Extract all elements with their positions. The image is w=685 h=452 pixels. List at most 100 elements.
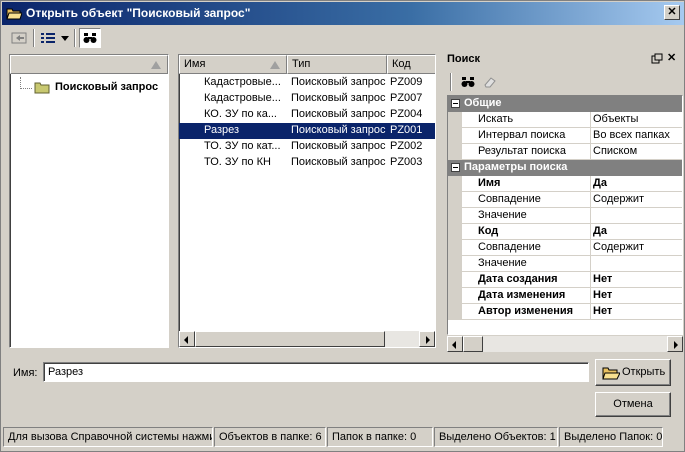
sort-arrow-icon [151, 61, 161, 69]
list-cell-name: Разрез [204, 124, 240, 136]
grid-property-value[interactable]: Нет [593, 289, 612, 301]
grid-property-row[interactable]: Результат поиска Списком [448, 144, 682, 160]
view-mode-dropdown[interactable] [59, 28, 71, 48]
scroll-right-button[interactable] [667, 336, 683, 352]
grid-property-name: Совпадение [478, 241, 541, 253]
list-row[interactable]: КО. ЗУ по ка... Поисковый запрос PZ004 [179, 107, 435, 123]
list-row[interactable]: Разрез Поисковый запрос PZ001 [179, 123, 435, 139]
status-selected-objects: Выделено Объектов: 1 [434, 427, 558, 447]
scroll-thumb[interactable] [195, 331, 385, 347]
list-cell-type: Поисковый запрос [291, 108, 386, 120]
view-mode-button[interactable] [38, 28, 58, 48]
grid-property-row[interactable]: Код Да [448, 224, 682, 240]
column-name-label: Имя [184, 58, 206, 70]
dropdown-arrow-icon [61, 35, 69, 41]
grid-gutter [448, 240, 462, 256]
name-label: Имя: [13, 367, 38, 379]
column-header-type[interactable]: Тип [287, 55, 387, 74]
list-row[interactable]: Кадастровые... Поисковый запрос PZ009 [179, 75, 435, 91]
grid-property-value[interactable]: Во всех папках [593, 129, 670, 141]
grid-property-value[interactable]: Нет [593, 273, 612, 285]
grid-property-row[interactable]: Совпадение Содержит [448, 240, 682, 256]
grid-category[interactable]: Параметры поиска [448, 160, 682, 176]
folder-icon [34, 82, 50, 94]
grid-property-value[interactable]: Содержит [593, 241, 644, 253]
grid-property-row[interactable]: Совпадение Содержит [448, 192, 682, 208]
grid-gutter [448, 112, 462, 128]
grid-gutter [448, 208, 462, 224]
toolbar-separator [450, 73, 452, 91]
property-grid[interactable]: Общие Искать Объекты Интервал поиска Во всех… [447, 95, 683, 335]
grid-gutter [448, 256, 462, 272]
close-icon: ✕ [667, 6, 677, 18]
list-cell-name: Кадастровые... [204, 76, 281, 88]
open-folder-icon [602, 367, 620, 380]
object-list[interactable]: Имя Тип Код Кадастровые... Поисковый запр… [178, 54, 436, 348]
tree-item-search-query[interactable]: Поисковый запрос [55, 81, 158, 93]
binoculars-icon [461, 77, 475, 87]
list-row[interactable]: ТО. ЗУ по кат... Поисковый запрос PZ002 [179, 139, 435, 155]
scroll-thumb[interactable] [463, 336, 483, 352]
list-horizontal-scrollbar[interactable] [179, 331, 435, 347]
grid-property-value[interactable]: Объекты [593, 113, 638, 125]
list-row[interactable]: ТО. ЗУ по КН Поисковый запрос PZ003 [179, 155, 435, 171]
grid-property-row[interactable]: Автор изменения Нет [448, 304, 682, 320]
grid-property-name: Имя [478, 177, 501, 189]
open-object-dialog: Открыть объект "Поисковый запрос" ✕ Поис… [0, 0, 685, 452]
grid-property-row[interactable]: Дата создания Нет [448, 272, 682, 288]
grid-property-value[interactable]: Списком [593, 145, 637, 157]
cancel-button-label: Отмена [613, 398, 653, 410]
list-cell-code: PZ002 [390, 140, 423, 152]
column-header-code[interactable]: Код [387, 55, 435, 74]
pin-icon[interactable] [651, 53, 663, 64]
collapse-icon[interactable] [451, 163, 460, 172]
back-button[interactable] [8, 28, 30, 48]
scroll-right-button[interactable] [419, 331, 435, 347]
column-header-name[interactable]: Имя [179, 55, 287, 74]
list-cell-code: PZ003 [390, 156, 423, 168]
grid-property-row[interactable]: Дата изменения Нет [448, 288, 682, 304]
folder-tree[interactable]: Поисковый запрос [9, 54, 169, 348]
back-icon [11, 32, 27, 44]
clear-search-button[interactable] [480, 72, 500, 92]
search-panel-title: Поиск [447, 53, 481, 65]
grid-category-label: Параметры поиска [464, 161, 568, 173]
list-cell-code: PZ007 [390, 92, 423, 104]
toolbar-separator [74, 29, 76, 47]
grid-gutter [448, 144, 462, 160]
grid-property-row[interactable]: Значение [448, 208, 682, 224]
grid-property-row[interactable]: Значение [448, 256, 682, 272]
tree-header[interactable] [10, 55, 168, 74]
grid-property-row[interactable]: Искать Объекты [448, 112, 682, 128]
run-search-button[interactable] [458, 72, 478, 92]
sort-arrow-icon [270, 61, 280, 69]
search-toggle-button[interactable] [79, 28, 101, 48]
scroll-left-button[interactable] [447, 336, 463, 352]
status-help: Для вызова Справочной системы нажмите F1 [3, 427, 213, 447]
list-row[interactable]: Кадастровые... Поисковый запрос PZ007 [179, 91, 435, 107]
grid-property-value[interactable]: Нет [593, 305, 612, 317]
grid-gutter [448, 192, 462, 208]
list-cell-name: Кадастровые... [204, 92, 281, 104]
scroll-left-button[interactable] [179, 331, 195, 347]
collapse-icon[interactable] [451, 99, 460, 108]
name-input[interactable] [43, 362, 589, 382]
column-code-label: Код [392, 58, 411, 70]
main-toolbar [2, 26, 684, 50]
grid-column-divider [590, 256, 591, 272]
grid-property-value[interactable]: Да [593, 177, 607, 189]
grid-category[interactable]: Общие [448, 96, 682, 112]
close-icon[interactable]: ✕ [667, 51, 676, 64]
grid-horizontal-scrollbar[interactable] [447, 336, 683, 352]
title-bar[interactable]: Открыть объект "Поисковый запрос" ✕ [2, 2, 684, 25]
grid-column-divider [590, 224, 591, 240]
grid-property-row[interactable]: Имя Да [448, 176, 682, 192]
grid-property-value[interactable]: Да [593, 225, 607, 237]
window-close-button[interactable]: ✕ [664, 5, 680, 20]
grid-property-name: Автор изменения [478, 305, 574, 317]
grid-property-value[interactable]: Содержит [593, 193, 644, 205]
open-button[interactable]: Открыть [595, 359, 671, 386]
grid-property-row[interactable]: Интервал поиска Во всех папках [448, 128, 682, 144]
status-folders-count: Папок в папке: 0 [327, 427, 433, 447]
cancel-button[interactable]: Отмена [595, 392, 671, 417]
